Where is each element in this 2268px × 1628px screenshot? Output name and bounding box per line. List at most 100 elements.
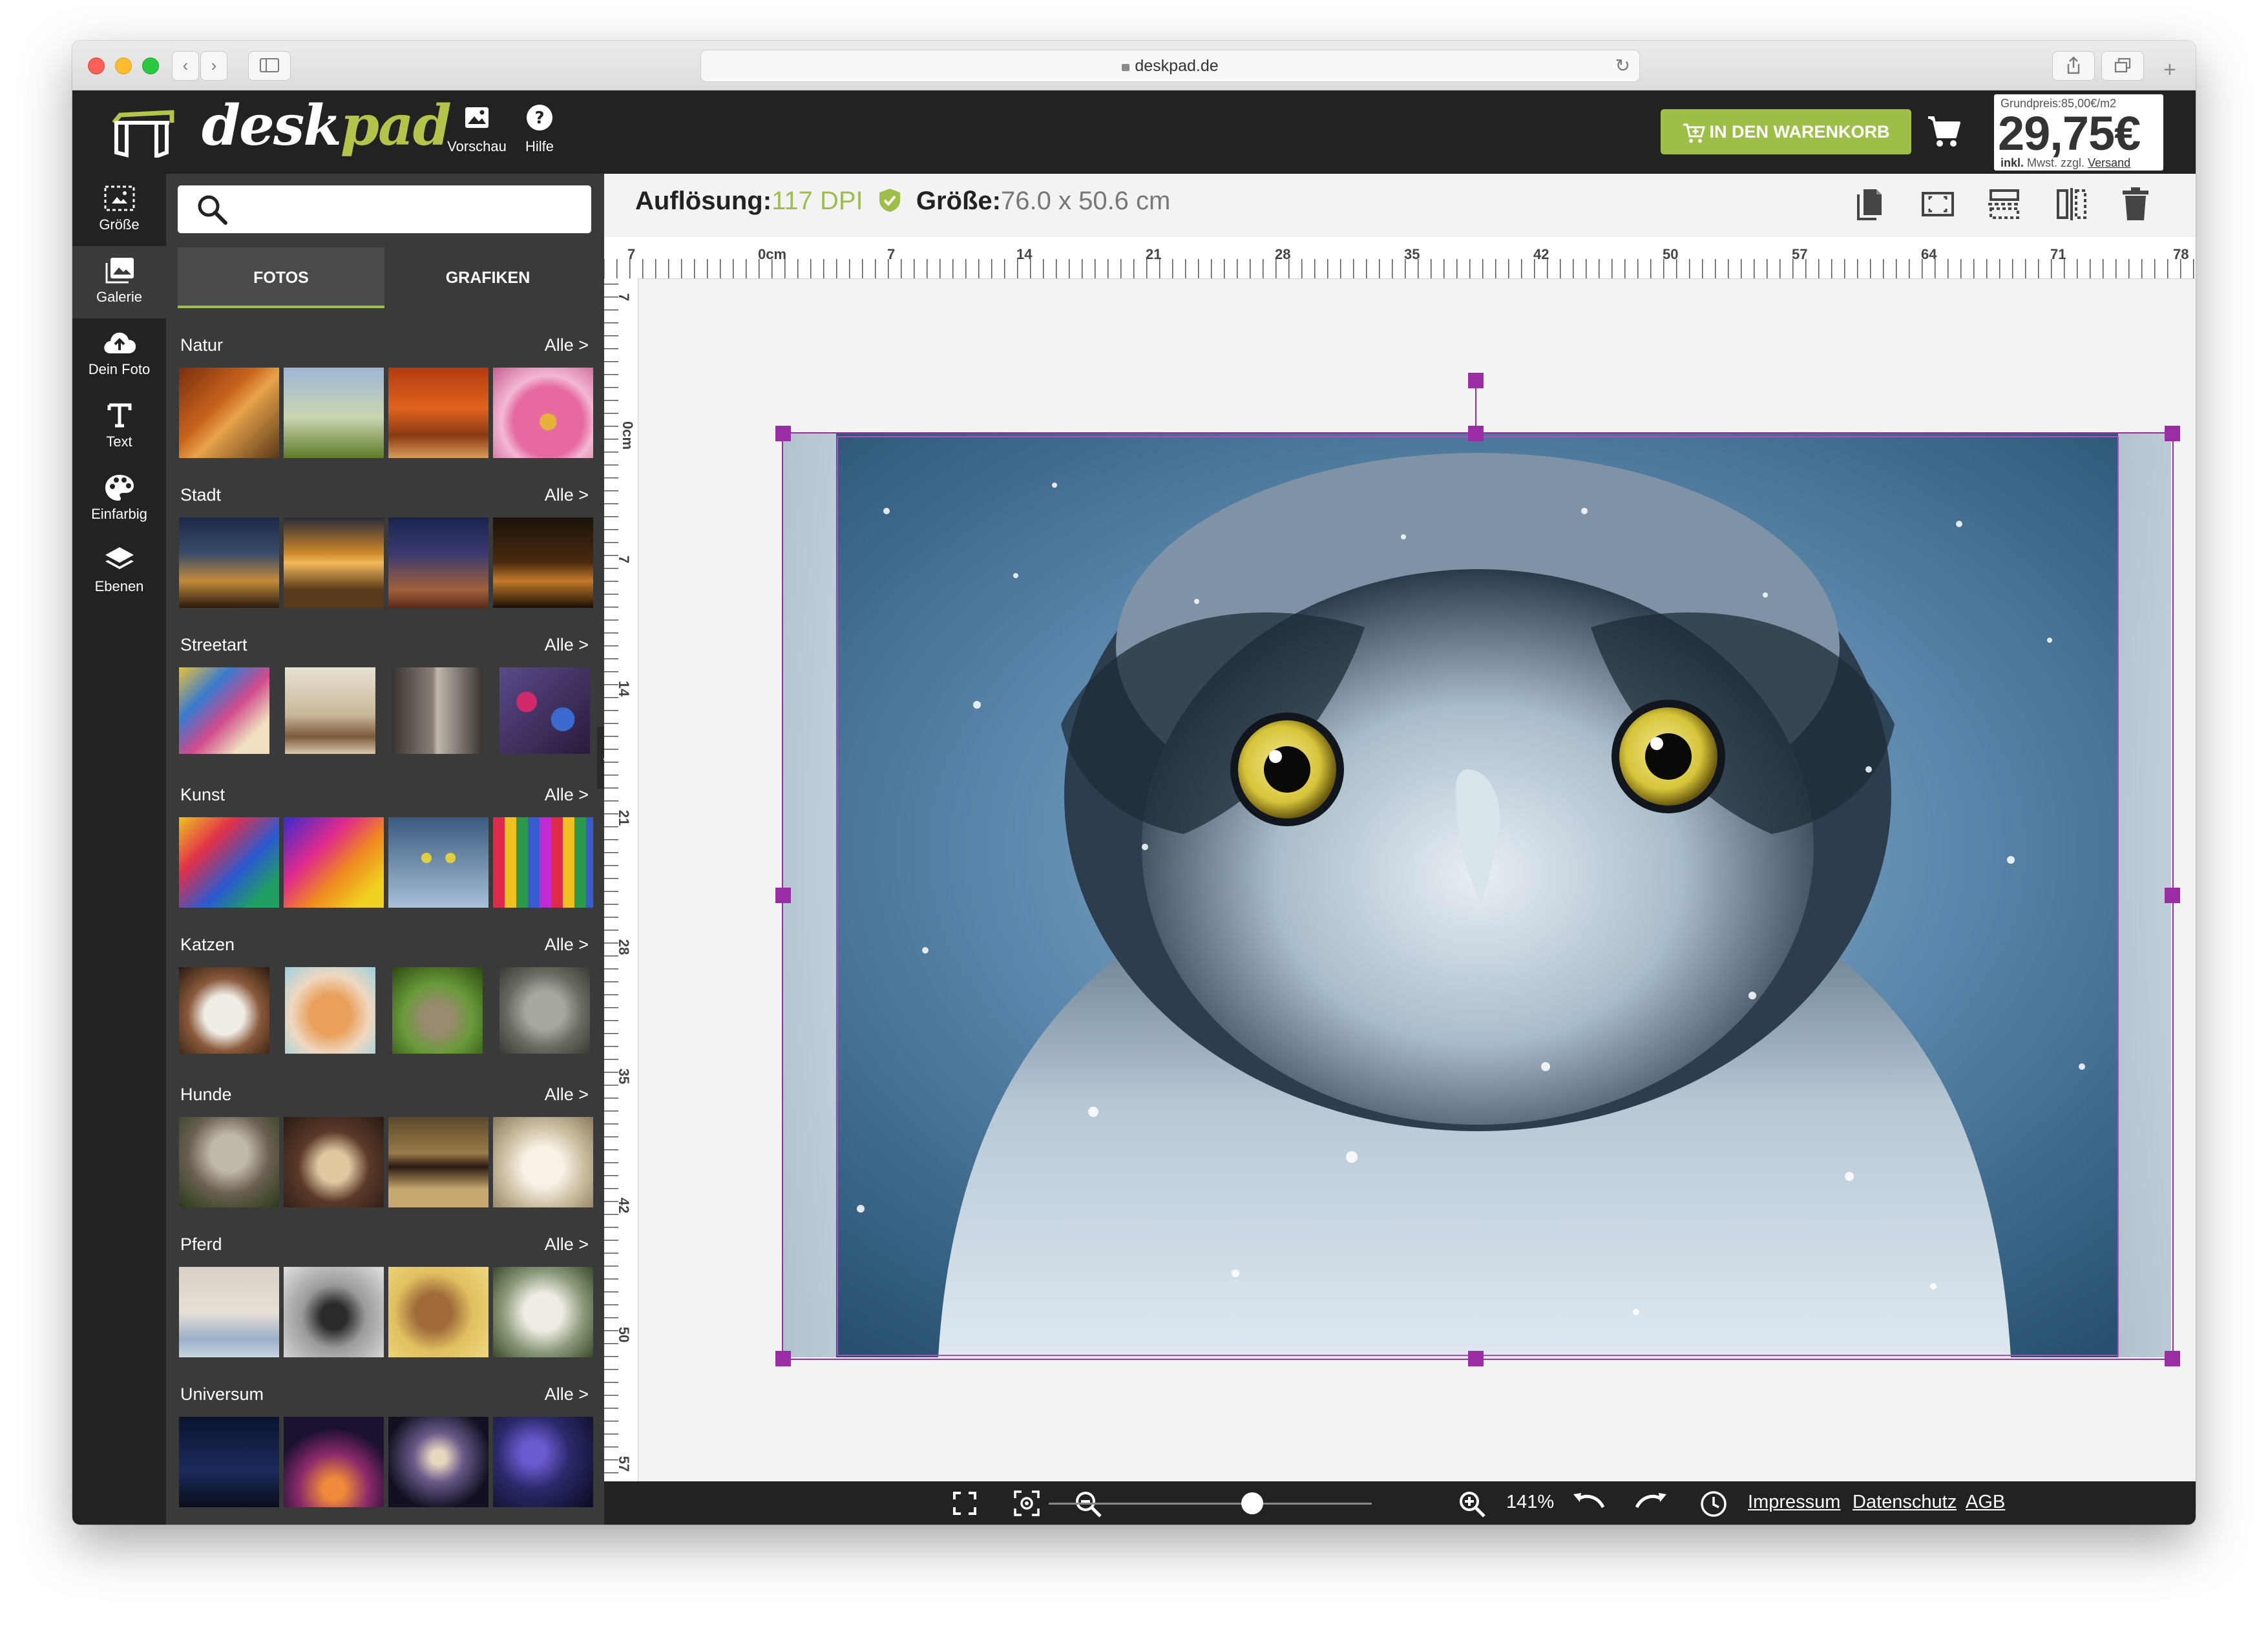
app-header: deskpad Vorschau ? Hilfe IN DEN WARENKOR…: [72, 90, 2196, 174]
resize-handle-bottom-left[interactable]: [775, 1351, 791, 1366]
rotate-handle[interactable]: [1468, 373, 1484, 388]
search-icon: [198, 195, 227, 225]
focus-center-icon[interactable]: [1014, 1490, 1040, 1516]
category-title: Katzen: [180, 935, 235, 954]
thumbnail[interactable]: [493, 1117, 593, 1207]
thumbnail[interactable]: [493, 1417, 593, 1507]
thumbnail[interactable]: [179, 1267, 279, 1357]
reload-icon[interactable]: ↻: [1615, 50, 1630, 81]
thumbnail[interactable]: [284, 1267, 384, 1357]
datenschutz-link[interactable]: Datenschutz: [1853, 1492, 1957, 1513]
resize-handle-bottom[interactable]: [1468, 1351, 1484, 1366]
preview-button[interactable]: Vorschau: [445, 102, 509, 155]
address-bar[interactable]: deskpad.de ↻: [700, 50, 1640, 82]
thumbnail[interactable]: [285, 667, 375, 754]
agb-link[interactable]: AGB: [1966, 1492, 2005, 1513]
thumbnail[interactable]: [388, 817, 488, 908]
thumbnail[interactable]: [493, 817, 593, 908]
image-preview-icon: [465, 107, 488, 128]
thumbnail[interactable]: [179, 1117, 279, 1207]
thumbnail[interactable]: [388, 368, 488, 458]
show-all-link[interactable]: Alle >: [545, 485, 589, 505]
resize-handle-right[interactable]: [2165, 888, 2180, 903]
thumbnail[interactable]: [285, 967, 375, 1054]
thumbnail[interactable]: [284, 1117, 384, 1207]
thumbnail[interactable]: [179, 667, 269, 754]
sidebar-toggle-button[interactable]: [248, 51, 291, 81]
history-clock-icon[interactable]: [1700, 1490, 1727, 1518]
fullscreen-icon[interactable]: [953, 1492, 976, 1515]
tab-photos[interactable]: FOTOS: [178, 247, 384, 308]
shipping-link[interactable]: Versand: [2088, 156, 2130, 169]
new-tab-button[interactable]: +: [2163, 57, 2176, 83]
minimize-window-button[interactable]: [115, 57, 132, 74]
undo-icon[interactable]: [1572, 1492, 1606, 1515]
thumbnail[interactable]: [284, 368, 384, 458]
thumbnail[interactable]: [179, 1417, 279, 1507]
thumbnail[interactable]: [179, 967, 269, 1054]
rail-item-layers[interactable]: Ebenen: [72, 536, 166, 608]
show-all-link[interactable]: Alle >: [545, 635, 589, 655]
tabs-overview-button[interactable]: [2101, 51, 2144, 81]
show-all-link[interactable]: Alle >: [545, 335, 589, 355]
rail-item-upload[interactable]: Dein Foto: [72, 318, 166, 391]
resize-handle-left[interactable]: [775, 888, 791, 903]
rail-item-size[interactable]: Größe: [72, 174, 166, 246]
show-all-link[interactable]: Alle >: [545, 1085, 589, 1105]
thumbnail[interactable]: [493, 368, 593, 458]
resize-handle-top-right[interactable]: [2165, 426, 2180, 441]
browser-chrome: ‹ › deskpad.de ↻ +: [72, 41, 2196, 90]
category-header-natur: Natur Alle >: [180, 335, 591, 361]
thumbnail[interactable]: [284, 1417, 384, 1507]
thumbnail[interactable]: [499, 667, 590, 754]
thumbnail[interactable]: [284, 817, 384, 908]
thumbnail[interactable]: [493, 517, 593, 608]
thumbnail[interactable]: [388, 1417, 488, 1507]
show-all-link[interactable]: Alle >: [545, 935, 589, 955]
thumbnail[interactable]: [179, 517, 279, 608]
show-all-link[interactable]: Alle >: [545, 1384, 589, 1404]
help-button[interactable]: ? Hilfe: [513, 102, 566, 155]
thumbnail[interactable]: [493, 1267, 593, 1357]
rail-item-gallery[interactable]: Galerie: [72, 246, 166, 318]
thumbnail[interactable]: [284, 517, 384, 608]
rail-item-text[interactable]: Text: [72, 391, 166, 463]
category-title: Stadt: [180, 485, 222, 505]
redo-icon[interactable]: [1634, 1492, 1668, 1515]
zoom-window-button[interactable]: [142, 57, 159, 74]
ruler-mark: 50: [616, 1326, 633, 1343]
resize-handle-bottom-right[interactable]: [2165, 1351, 2180, 1366]
show-all-link[interactable]: Alle >: [545, 785, 589, 805]
flip-horizontal-icon[interactable]: [2054, 187, 2089, 222]
resize-handle-top[interactable]: [1468, 426, 1484, 441]
show-all-link[interactable]: Alle >: [545, 1235, 589, 1255]
zoom-slider-track[interactable]: [1049, 1503, 1372, 1505]
thumbnail[interactable]: [388, 1267, 488, 1357]
thumbnail[interactable]: [392, 667, 483, 754]
close-window-button[interactable]: [88, 57, 105, 74]
flip-vertical-icon[interactable]: [1987, 187, 2022, 222]
trash-icon[interactable]: [2121, 187, 2150, 222]
thumbnail[interactable]: [179, 817, 279, 908]
thumbnail[interactable]: [179, 368, 279, 458]
thumbnail[interactable]: [388, 517, 488, 608]
ruler-mark: 14: [1016, 246, 1033, 262]
thumbnail[interactable]: [499, 967, 590, 1054]
resize-handle-top-left[interactable]: [775, 426, 791, 441]
tab-graphics[interactable]: GRAFIKEN: [384, 247, 591, 308]
share-button[interactable]: [2052, 51, 2095, 81]
duplicate-icon[interactable]: [1854, 187, 1884, 222]
zoom-slider-knob[interactable]: [1241, 1492, 1263, 1514]
brand-logo[interactable]: deskpad: [202, 93, 452, 158]
thumbnail[interactable]: [388, 1117, 488, 1207]
fit-frame-icon[interactable]: [1920, 187, 1955, 222]
thumbnail[interactable]: [392, 967, 483, 1054]
forward-button[interactable]: ›: [200, 51, 227, 81]
impressum-link[interactable]: Impressum: [1748, 1492, 1840, 1513]
add-to-cart-button[interactable]: IN DEN WARENKORB: [1661, 109, 1911, 154]
shopping-cart-icon[interactable]: [1927, 115, 1962, 149]
rail-item-solid-color[interactable]: Einfarbig: [72, 463, 166, 536]
search-input[interactable]: [178, 185, 591, 233]
back-button[interactable]: ‹: [172, 51, 199, 81]
zoom-in-icon[interactable]: [1458, 1490, 1486, 1518]
